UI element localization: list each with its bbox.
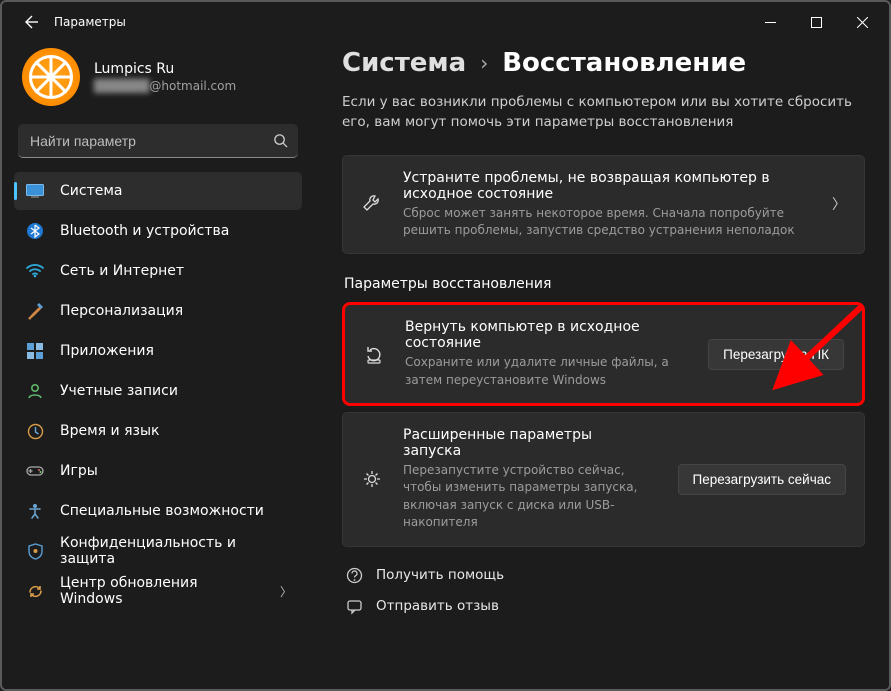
reset-icon	[361, 343, 387, 365]
chevron-right-icon: 〉	[832, 194, 846, 214]
shield-icon	[26, 542, 44, 560]
sidebar-item-label: Приложения	[60, 343, 154, 359]
sidebar-item-label: Игры	[60, 463, 98, 479]
get-help-link[interactable]: Получить помощь	[344, 567, 865, 584]
sidebar-item-apps[interactable]: Приложения	[14, 332, 302, 370]
sidebar-item-label: Конфиденциальность и защита	[60, 535, 292, 567]
sidebar-item-accessibility[interactable]: Специальные возможности	[14, 492, 302, 530]
sidebar-item-privacy[interactable]: Конфиденциальность и защита	[14, 532, 302, 570]
sidebar-item-accounts[interactable]: Учетные записи	[14, 372, 302, 410]
user-name: Lumpics Ru	[94, 61, 236, 77]
avatar	[22, 48, 80, 106]
sidebar-item-update[interactable]: Центр обновления Windows 〉	[14, 572, 302, 610]
sidebar-item-label: Учетные записи	[60, 383, 178, 399]
display-icon	[26, 182, 44, 200]
maximize-button[interactable]	[793, 6, 839, 38]
window-title: Параметры	[54, 15, 126, 29]
sidebar: Lumpics Ru ██████@hotmail.com Система Bl…	[2, 42, 314, 689]
sidebar-item-bluetooth[interactable]: Bluetooth и устройства	[14, 212, 302, 250]
close-button[interactable]	[839, 6, 885, 38]
search-icon	[273, 133, 288, 148]
user-block[interactable]: Lumpics Ru ██████@hotmail.com	[12, 42, 304, 118]
sidebar-item-label: Специальные возможности	[60, 503, 264, 519]
sidebar-item-label: Время и язык	[60, 423, 159, 439]
apps-icon	[26, 342, 44, 360]
paintbrush-icon	[26, 302, 44, 320]
update-icon	[26, 582, 44, 600]
feedback-icon	[344, 598, 364, 615]
sidebar-item-label: Персонализация	[60, 303, 183, 319]
wifi-icon	[26, 262, 44, 280]
intro-text: Если у вас возникли проблемы с компьютер…	[342, 92, 852, 133]
restart-now-button[interactable]: Перезагрузить сейчас	[678, 464, 846, 495]
bluetooth-icon	[26, 222, 44, 240]
help-icon	[344, 567, 364, 584]
breadcrumb: Система › Восстановление	[342, 48, 865, 78]
titlebar: Параметры	[2, 2, 889, 42]
feedback-link[interactable]: Отправить отзыв	[344, 598, 865, 615]
sidebar-item-network[interactable]: Сеть и Интернет	[14, 252, 302, 290]
sidebar-item-personalize[interactable]: Персонализация	[14, 292, 302, 330]
sidebar-item-label: Центр обновления Windows	[60, 575, 264, 607]
accessibility-icon	[26, 502, 44, 520]
sidebar-item-system[interactable]: Система	[14, 172, 302, 210]
sidebar-item-time[interactable]: Время и язык	[14, 412, 302, 450]
card-desc: Перезапустите устройство сейчас, чтобы и…	[403, 462, 652, 532]
card-desc: Сброс может занять некоторое время. Снач…	[403, 205, 814, 240]
card-desc: Сохраните или удалите личные файлы, а за…	[405, 354, 682, 389]
clock-globe-icon	[26, 422, 44, 440]
section-title: Параметры восстановления	[344, 276, 865, 292]
wrench-icon	[359, 193, 385, 215]
search-box[interactable]	[18, 124, 298, 158]
reset-pc-button[interactable]: Перезагрузка ПК	[708, 339, 844, 370]
link-label: Отправить отзыв	[376, 598, 499, 614]
person-icon	[26, 382, 44, 400]
card-troubleshoot[interactable]: Устраните проблемы, не возвращая компьют…	[342, 155, 865, 255]
nav-list: Система Bluetooth и устройства Сеть и Ин…	[12, 172, 304, 610]
card-title: Устраните проблемы, не возвращая компьют…	[403, 170, 814, 202]
minimize-button[interactable]	[747, 6, 793, 38]
sidebar-item-label: Система	[60, 183, 122, 199]
back-button[interactable]	[16, 7, 46, 37]
sidebar-item-label: Сеть и Интернет	[60, 263, 184, 279]
link-label: Получить помощь	[376, 567, 504, 583]
main-content: Система › Восстановление Если у вас возн…	[314, 42, 889, 689]
gamepad-icon	[26, 462, 44, 480]
chevron-right-icon: ›	[480, 51, 488, 75]
sidebar-item-label: Bluetooth и устройства	[60, 223, 229, 239]
search-input[interactable]	[30, 133, 273, 149]
page-title: Восстановление	[502, 48, 746, 78]
breadcrumb-parent[interactable]: Система	[342, 48, 466, 78]
card-title: Вернуть компьютер в исходное состояние	[405, 319, 682, 351]
sidebar-item-gaming[interactable]: Игры	[14, 452, 302, 490]
card-title: Расширенные параметры запуска	[403, 427, 652, 459]
advanced-startup-icon	[359, 468, 385, 490]
card-advanced-startup: Расширенные параметры запуска Перезапуст…	[342, 412, 865, 547]
card-reset-pc: Вернуть компьютер в исходное состояние С…	[342, 302, 865, 406]
user-email: ██████@hotmail.com	[94, 79, 236, 93]
chevron-right-icon: 〉	[280, 583, 292, 600]
